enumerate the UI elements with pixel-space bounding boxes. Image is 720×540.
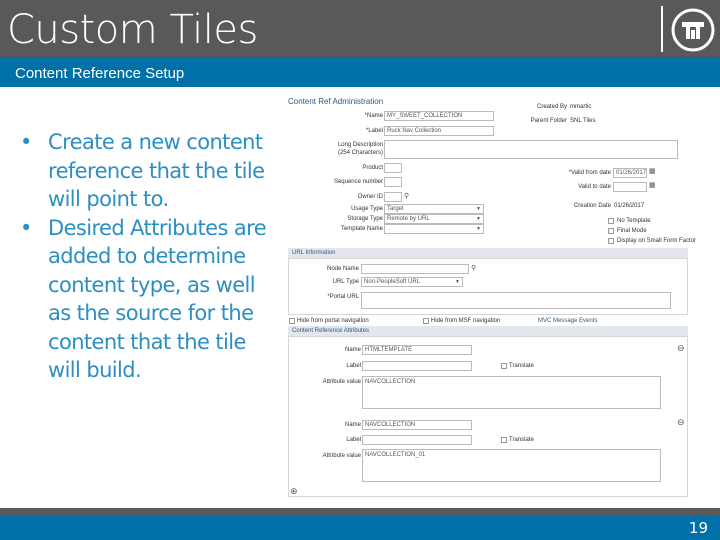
- attr2-translate-label: Translate: [509, 437, 534, 443]
- attr1-name-field[interactable]: HTMLTEMPLATE: [362, 345, 472, 355]
- product-label: Product: [362, 165, 383, 171]
- title-divider: [661, 6, 663, 52]
- slide-subtitle: Content Reference Setup: [15, 65, 185, 82]
- node-name-label: Node Name: [326, 266, 359, 272]
- valid-to-label: Valid to date: [578, 184, 611, 190]
- attr1-translate-checkbox[interactable]: [501, 363, 507, 369]
- small-form-checkbox[interactable]: [608, 238, 614, 244]
- chevron-down-icon: ▼: [476, 206, 481, 212]
- usage-type-label: Usage Type: [351, 206, 383, 212]
- attr2-name-field[interactable]: NAVCOLLECTION: [362, 420, 472, 430]
- bullet-text: Create a new content reference that the …: [48, 130, 265, 211]
- attr1-translate-label: Translate: [509, 363, 534, 369]
- valid-from-field[interactable]: 01/26/2017: [613, 168, 647, 178]
- chevron-down-icon: ▼: [476, 226, 481, 232]
- remove-row-icon[interactable]: ⊖: [677, 417, 685, 428]
- creation-date-label: Creation Date: [573, 203, 611, 209]
- url-type-label: URL Type: [332, 279, 359, 285]
- bullet-text: Desired Attributes are added to determin…: [48, 215, 267, 383]
- long-desc-field[interactable]: [384, 140, 678, 159]
- attr1-value-label: Attribute value: [322, 379, 361, 385]
- template-name-select[interactable]: ▼: [384, 224, 484, 234]
- bullet-item: • Desired Attributes are added to determi…: [20, 215, 267, 383]
- url-info-header: URL Information: [288, 248, 688, 258]
- hide-portal-label: Hide from portal navigation: [297, 318, 369, 324]
- name-label: *Name: [364, 113, 383, 119]
- attr2-label-field[interactable]: [362, 435, 472, 445]
- valid-to-field[interactable]: [613, 182, 647, 192]
- calendar-icon[interactable]: ▦: [649, 181, 656, 189]
- owner-label: Owner ID: [357, 194, 383, 200]
- small-form-label: Display on Small Form Factor: [617, 238, 697, 244]
- label-label: *Label: [365, 128, 383, 134]
- attr2-value-label: Attribute value: [322, 453, 361, 459]
- creation-date-value: 01/26/2017: [614, 203, 645, 209]
- search-icon[interactable]: ⚲: [404, 192, 409, 200]
- hide-msf-label: Hide from MSF navigation: [431, 318, 501, 324]
- bullet-item: • Create a new content reference that the…: [20, 130, 265, 211]
- search-icon[interactable]: ⚲: [471, 264, 476, 272]
- usage-type-value: Target: [387, 206, 404, 212]
- long-desc-chars: (254 Characters): [337, 150, 383, 156]
- remove-row-icon[interactable]: ⊖: [677, 343, 685, 354]
- slide: Custom Tiles Content Reference Setup • Cr…: [0, 0, 720, 540]
- attr1-label-field[interactable]: [362, 361, 472, 371]
- attr2-translate-checkbox[interactable]: [501, 437, 507, 443]
- screenshot-heading: Content Ref Administration: [288, 97, 384, 106]
- sequence-field[interactable]: [384, 177, 402, 187]
- name-field[interactable]: MY_SWEET_COLLECTION: [384, 111, 494, 121]
- parent-folder-value: SNL Tiles: [570, 118, 596, 124]
- usage-type-select[interactable]: Target ▼: [384, 204, 484, 214]
- node-name-field[interactable]: [361, 264, 469, 274]
- calendar-icon[interactable]: ▦: [649, 167, 656, 175]
- content-ref-screenshot: Content Ref Administration *Name MY_SWEE…: [287, 95, 720, 503]
- footer-bar: [0, 508, 720, 516]
- url-type-select[interactable]: Non-PeopleSoft URL ▼: [361, 277, 463, 287]
- hide-portal-checkbox[interactable]: [289, 318, 295, 324]
- storage-type-label: Storage Type: [347, 216, 383, 222]
- portal-url-field[interactable]: [361, 292, 671, 309]
- slide-title: Custom Tiles: [7, 7, 258, 53]
- attr2-value-field[interactable]: NAVCOLLECTION_01: [362, 449, 661, 482]
- product-field[interactable]: [384, 163, 402, 173]
- portal-url-label: *Portal URL: [327, 294, 359, 300]
- add-row-icon[interactable]: ⊕: [290, 486, 298, 497]
- no-template-checkbox[interactable]: [608, 218, 614, 224]
- bullet-list: • Create a new content reference that the…: [18, 128, 270, 385]
- attr2-label-label: Label: [346, 437, 361, 443]
- storage-type-select[interactable]: Remote by URL ▼: [384, 214, 484, 224]
- valid-from-label: *Valid from date: [568, 170, 611, 176]
- attr1-value-field[interactable]: NAVCOLLECTION: [362, 376, 661, 409]
- no-template-label: No Template: [617, 218, 651, 224]
- chevron-down-icon: ▼: [455, 279, 460, 285]
- storage-type-value: Remote by URL: [387, 216, 430, 222]
- mvc-message-events-link[interactable]: MVC Message Events: [538, 316, 597, 326]
- owner-field[interactable]: [384, 192, 402, 202]
- chevron-down-icon: ▼: [476, 216, 481, 222]
- page-number: 19: [688, 519, 708, 537]
- url-type-value: Non-PeopleSoft URL: [364, 279, 421, 285]
- final-mode-label: Final Mode: [617, 228, 647, 234]
- attr2-name-label: Name: [344, 422, 361, 428]
- final-mode-checkbox[interactable]: [608, 228, 614, 234]
- attrs-header: Content Reference Attributes: [288, 326, 688, 336]
- hide-msf-checkbox[interactable]: [423, 318, 429, 324]
- footer-blue-bar: [0, 516, 720, 540]
- template-name-label: Template Name: [340, 226, 383, 232]
- created-by-value: mmartic: [570, 104, 592, 110]
- attr1-label-label: Label: [346, 363, 361, 369]
- sandia-logo-icon: [671, 8, 715, 52]
- label-field[interactable]: Ruck Nav Collection: [384, 126, 494, 136]
- parent-folder-label: Parent Folder: [530, 118, 567, 124]
- sequence-label: Sequence number: [333, 179, 383, 185]
- created-by-label: Created By: [536, 104, 567, 110]
- attr1-name-label: Name: [344, 347, 361, 353]
